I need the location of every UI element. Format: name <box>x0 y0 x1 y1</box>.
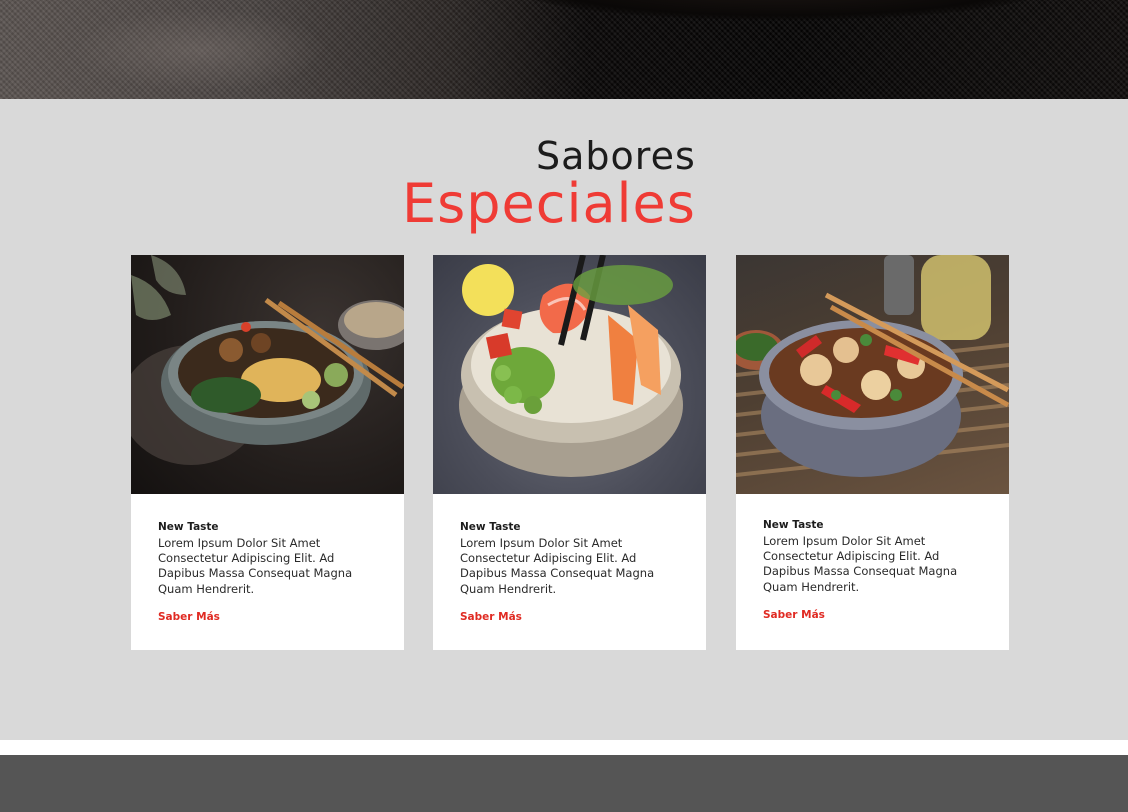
dish-photo-poke <box>433 255 706 494</box>
card-kicker: New Taste <box>763 519 824 531</box>
saber-mas-link[interactable]: Saber Más <box>460 611 522 623</box>
saber-mas-link[interactable]: Saber Más <box>763 609 825 621</box>
footer <box>0 755 1128 812</box>
hero-bowl-shape <box>520 0 1040 20</box>
card-kicker: New Taste <box>158 521 219 533</box>
dish-card-1: New Taste Lorem Ipsum Dolor Sit Amet Con… <box>131 255 404 650</box>
saber-mas-link[interactable]: Saber Más <box>158 611 220 623</box>
card-body-3: New Taste Lorem Ipsum Dolor Sit Amet Con… <box>763 519 989 622</box>
dish-photo-stir-fry <box>736 255 1009 494</box>
section-title-line2: Especiales <box>402 172 696 235</box>
dish-card-2: New Taste Lorem Ipsum Dolor Sit Amet Con… <box>433 255 706 650</box>
dish-card-3: New Taste Lorem Ipsum Dolor Sit Amet Con… <box>736 255 1009 650</box>
card-description: Lorem Ipsum Dolor Sit Amet Consectetur A… <box>763 534 958 594</box>
hero-image <box>0 0 1128 99</box>
card-kicker: New Taste <box>460 521 521 533</box>
section-heading: Sabores Especiales <box>0 134 1128 244</box>
card-description: Lorem Ipsum Dolor Sit Amet Consectetur A… <box>460 536 655 596</box>
card-body-1: New Taste Lorem Ipsum Dolor Sit Amet Con… <box>158 521 384 624</box>
dish-photo-ramen <box>131 255 404 494</box>
footer-divider <box>0 740 1128 755</box>
card-body-2: New Taste Lorem Ipsum Dolor Sit Amet Con… <box>460 521 686 624</box>
card-description: Lorem Ipsum Dolor Sit Amet Consectetur A… <box>158 536 353 596</box>
